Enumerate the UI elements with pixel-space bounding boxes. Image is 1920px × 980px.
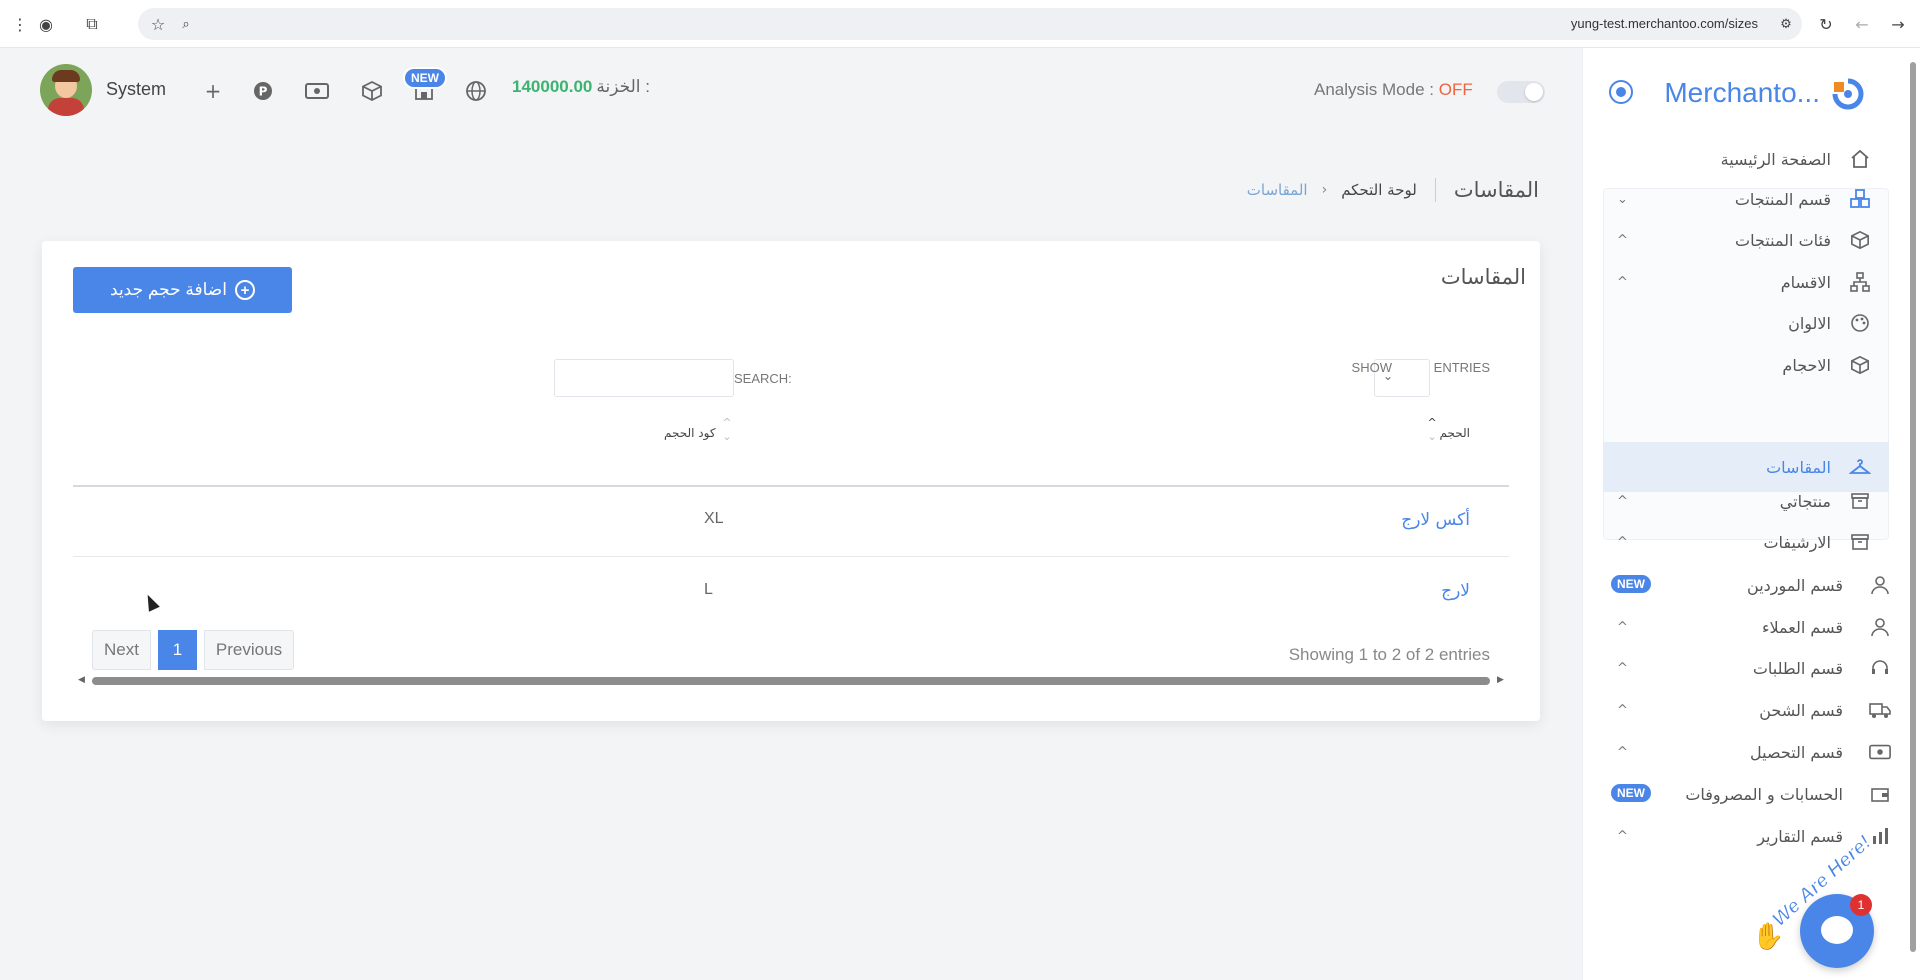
analysis-label: Analysis Mode : <box>1314 80 1434 99</box>
cash-icon[interactable] <box>304 78 330 104</box>
horizontal-scrollbar[interactable] <box>92 677 1490 685</box>
chevron-up-icon: ^ <box>1617 828 1628 844</box>
vertical-scrollbar[interactable] <box>1910 62 1916 952</box>
forward-icon[interactable]: → <box>1886 12 1910 36</box>
scroll-right-icon[interactable]: ▶ <box>1497 675 1504 685</box>
zoom-icon: ⌕ <box>182 16 190 32</box>
analysis-state: OFF <box>1438 80 1473 99</box>
breadcrumb-separator: ‹ <box>1321 182 1328 198</box>
breadcrumb-dashboard[interactable]: لوحة التحكم <box>1341 181 1417 199</box>
avatar[interactable] <box>40 64 92 116</box>
user-name[interactable]: System <box>106 79 166 100</box>
show-label: SHOW <box>1351 360 1392 375</box>
sort-desc-icon: ⌄ <box>722 430 732 443</box>
chevron-up-icon: ^ <box>1617 660 1628 676</box>
url-text[interactable]: yung-test.merchantoo.com/sizes <box>1571 16 1758 31</box>
sort-desc-icon: ⌄ <box>1427 430 1437 443</box>
chat-bubble-icon <box>1821 916 1853 944</box>
parking-icon[interactable]: P <box>250 78 276 104</box>
new-badge: NEW <box>1609 782 1653 804</box>
sitemap-icon <box>1849 271 1871 293</box>
headset-icon <box>1869 657 1891 679</box>
profile-icon[interactable]: ◉ <box>34 12 58 36</box>
treasury-label: الخزنة : <box>596 77 650 96</box>
row-divider <box>73 556 1509 557</box>
sidebar-item-volumes[interactable]: الاحجام <box>1603 340 1889 390</box>
plus-circle-icon: + <box>234 280 255 300</box>
showing-entries: Showing 1 to 2 of 2 entries <box>1288 645 1490 664</box>
cube-icon <box>1849 354 1871 376</box>
chevron-down-icon: ⌄ <box>1617 191 1628 207</box>
plus-icon[interactable]: + <box>200 78 226 104</box>
search-label: SEARCH: <box>734 371 792 386</box>
table-header-divider <box>73 485 1509 487</box>
column-header-code[interactable]: كود الحجم ^ ⌄ <box>664 417 732 442</box>
wallet-icon <box>1869 783 1891 805</box>
user-icon <box>1869 574 1891 596</box>
entries-label: ENTRIES <box>1433 360 1490 375</box>
address-bar[interactable]: ☆ ⌕ yung-test.merchantoo.com/sizes ⚙ <box>138 8 1802 40</box>
table-cell-code: XL <box>704 510 724 527</box>
browser-toolbar: ⋮ ◉ ⧉ ☆ ⌕ yung-test.merchantoo.com/sizes… <box>0 0 1920 48</box>
cubes-icon <box>1849 188 1871 210</box>
archive-icon <box>1849 490 1871 512</box>
home-icon <box>1849 148 1871 170</box>
previous-page-button[interactable]: Previous <box>204 630 294 670</box>
bookmark-star-icon[interactable]: ☆ <box>146 12 170 36</box>
target-icon[interactable] <box>1609 80 1633 104</box>
scroll-left-icon[interactable]: ◀ <box>78 675 85 685</box>
svg-text:P: P <box>259 85 268 99</box>
analysis-mode: Analysis Mode : OFF <box>1314 80 1473 100</box>
user-icon <box>1869 616 1891 638</box>
search-input[interactable] <box>554 359 734 397</box>
breadcrumb-current: المقاسات <box>1246 181 1308 199</box>
sizes-card: المقاسات اضافة حجم جديد + ENTRIES ⌄ SHOW… <box>42 241 1540 721</box>
waving-hand-icon: ✋ <box>1752 922 1785 952</box>
extensions-icon[interactable]: ⧉ <box>80 12 104 36</box>
chevron-up-icon: ^ <box>1617 619 1628 635</box>
sort-asc-icon: ^ <box>722 416 732 429</box>
truck-icon <box>1869 699 1891 721</box>
reload-icon[interactable]: ↻ <box>1814 12 1838 36</box>
chevron-up-icon: ^ <box>1617 493 1628 509</box>
sidebar-item-sizes-spacer <box>1603 424 1889 474</box>
card-title: المقاسات <box>1440 265 1526 289</box>
analysis-toggle[interactable] <box>1497 81 1545 103</box>
logo-icon <box>1832 78 1864 110</box>
archive-icon <box>1849 531 1871 553</box>
chevron-up-icon: ^ <box>1617 534 1628 550</box>
chevron-up-icon: ^ <box>1617 232 1628 248</box>
chevron-up-icon: ^ <box>1617 744 1628 760</box>
box-icon <box>1849 229 1871 251</box>
globe-icon[interactable] <box>463 78 489 104</box>
back-icon[interactable]: ← <box>1850 12 1874 36</box>
top-header: System + P NEW 140000.00 الخزنة : Analys… <box>0 48 1582 134</box>
column-header-size[interactable]: الحجم ^ ⌄ <box>1428 417 1470 442</box>
add-size-button[interactable]: اضافة حجم جديد + <box>73 267 292 313</box>
chevron-up-icon: ^ <box>1617 702 1628 718</box>
new-badge: NEW <box>403 67 447 89</box>
menu-dots-icon[interactable]: ⋮ <box>8 12 32 36</box>
chat-unread-badge: 1 <box>1850 894 1872 916</box>
brand-name[interactable]: Merchanto... <box>1664 77 1820 109</box>
treasury-display: 140000.00 الخزنة : <box>512 77 650 97</box>
palette-icon <box>1849 312 1871 334</box>
table-cell-size[interactable]: أكس لارج <box>1401 510 1470 530</box>
chevron-up-icon: ^ <box>1617 274 1628 290</box>
table-cell-size[interactable]: لارج <box>1441 581 1470 601</box>
breadcrumb: المقاسات لوحة التحكم ‹ المقاسات <box>1247 178 1539 202</box>
page-title: المقاسات <box>1434 178 1539 202</box>
money-icon <box>1869 741 1891 763</box>
new-badge: NEW <box>1609 573 1653 595</box>
page-1-button[interactable]: 1 <box>158 630 197 670</box>
box-icon[interactable] <box>359 78 385 104</box>
site-settings-icon[interactable]: ⚙ <box>1774 12 1798 36</box>
next-page-button[interactable]: Next <box>92 630 151 670</box>
treasury-value: 140000.00 <box>512 77 593 96</box>
add-size-label: اضافة حجم جديد <box>110 280 227 299</box>
sort-asc-icon: ^ <box>1427 416 1437 429</box>
table-cell-code: L <box>704 581 713 598</box>
